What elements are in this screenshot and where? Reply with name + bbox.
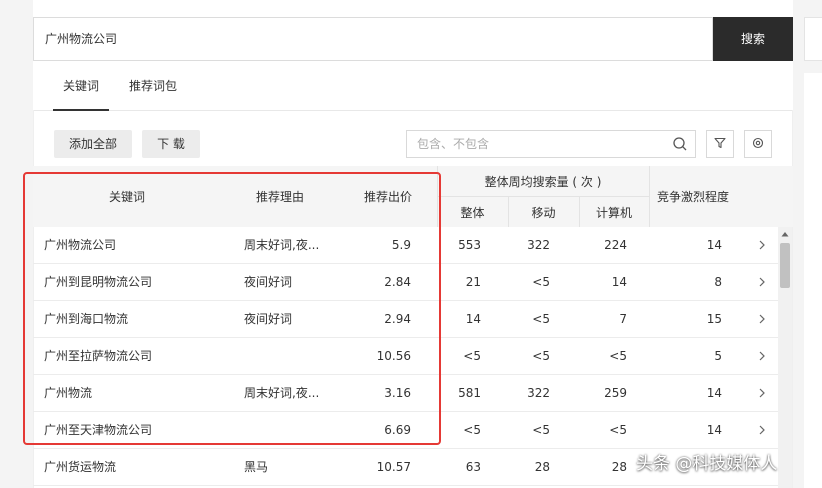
- keyword-filter-input[interactable]: 包含、不包含: [406, 130, 696, 158]
- overall-cell: <5: [463, 423, 481, 437]
- tab-keywords[interactable]: 关键词: [53, 66, 109, 111]
- competition-cell: 14: [706, 386, 722, 400]
- pc-cell: 28: [611, 460, 627, 474]
- watermark: 头条 @科技媒体人: [636, 454, 778, 474]
- overall-cell: 14: [465, 312, 481, 326]
- col-header-competition[interactable]: 竞争激烈程度: [649, 166, 737, 227]
- overall-cell: 581: [458, 386, 481, 400]
- search-button[interactable]: 搜索: [713, 17, 793, 61]
- filter-button[interactable]: [706, 130, 734, 158]
- reason-cell: 黑马: [244, 460, 269, 474]
- competition-cell: 5: [714, 349, 722, 363]
- chevron-right-icon[interactable]: [756, 301, 768, 337]
- pc-cell: <5: [609, 423, 627, 437]
- pc-cell: 14: [611, 275, 627, 289]
- overall-cell: 553: [458, 238, 481, 252]
- mobile-cell: <5: [532, 312, 550, 326]
- settings-button[interactable]: [744, 130, 772, 158]
- bid-cell: 10.57: [376, 460, 411, 474]
- col-header-weekly-search: 整体周均搜索量 ( 次 ): [484, 175, 602, 189]
- highlight-box: [23, 172, 441, 445]
- mobile-cell: <5: [532, 423, 550, 437]
- settings-icon: [752, 137, 764, 152]
- competition-cell: 15: [706, 312, 722, 326]
- competition-cell: 8: [714, 275, 722, 289]
- filter-icon: [714, 137, 726, 152]
- header-divider: [437, 196, 649, 197]
- overall-cell: <5: [463, 349, 481, 363]
- side-panel-edge: [804, 17, 822, 61]
- mobile-cell: <5: [532, 275, 550, 289]
- chevron-right-icon[interactable]: [756, 264, 768, 300]
- header-divider: [508, 197, 509, 227]
- add-all-button[interactable]: 添加全部: [54, 130, 132, 158]
- mobile-cell: 322: [527, 238, 550, 252]
- chevron-right-icon[interactable]: [756, 338, 768, 374]
- col-header-pc[interactable]: 计算机: [579, 197, 649, 227]
- competition-cell: 14: [706, 238, 722, 252]
- mobile-cell: 28: [534, 460, 550, 474]
- col-header-mobile[interactable]: 移动: [508, 197, 579, 227]
- mobile-cell: <5: [532, 349, 550, 363]
- header-divider: [649, 166, 650, 227]
- search-input[interactable]: 广州物流公司: [33, 17, 713, 61]
- chevron-right-icon[interactable]: [756, 227, 768, 263]
- pc-cell: 224: [604, 238, 627, 252]
- keyword-cell: 广州货运物流: [44, 460, 117, 474]
- pc-cell: <5: [609, 349, 627, 363]
- header-divider: [579, 197, 580, 227]
- download-button[interactable]: 下 载: [142, 130, 200, 158]
- scrollbar-thumb[interactable]: [780, 243, 790, 288]
- pc-cell: 7: [619, 312, 627, 326]
- pc-cell: 259: [604, 386, 627, 400]
- tab-bar: 关键词 推荐词包: [33, 66, 793, 111]
- search-icon[interactable]: [672, 136, 688, 152]
- tab-recommended-packages[interactable]: 推荐词包: [129, 66, 189, 109]
- chevron-right-icon[interactable]: [756, 412, 768, 448]
- overall-cell: 63: [465, 460, 481, 474]
- mobile-cell: 322: [527, 386, 550, 400]
- col-header-overall[interactable]: 整体: [437, 197, 508, 227]
- overall-cell: 21: [465, 275, 481, 289]
- competition-cell: 14: [706, 423, 722, 437]
- scroll-up-icon[interactable]: [780, 229, 790, 239]
- side-panel-edge-lower: [804, 73, 822, 488]
- chevron-right-icon[interactable]: [756, 375, 768, 411]
